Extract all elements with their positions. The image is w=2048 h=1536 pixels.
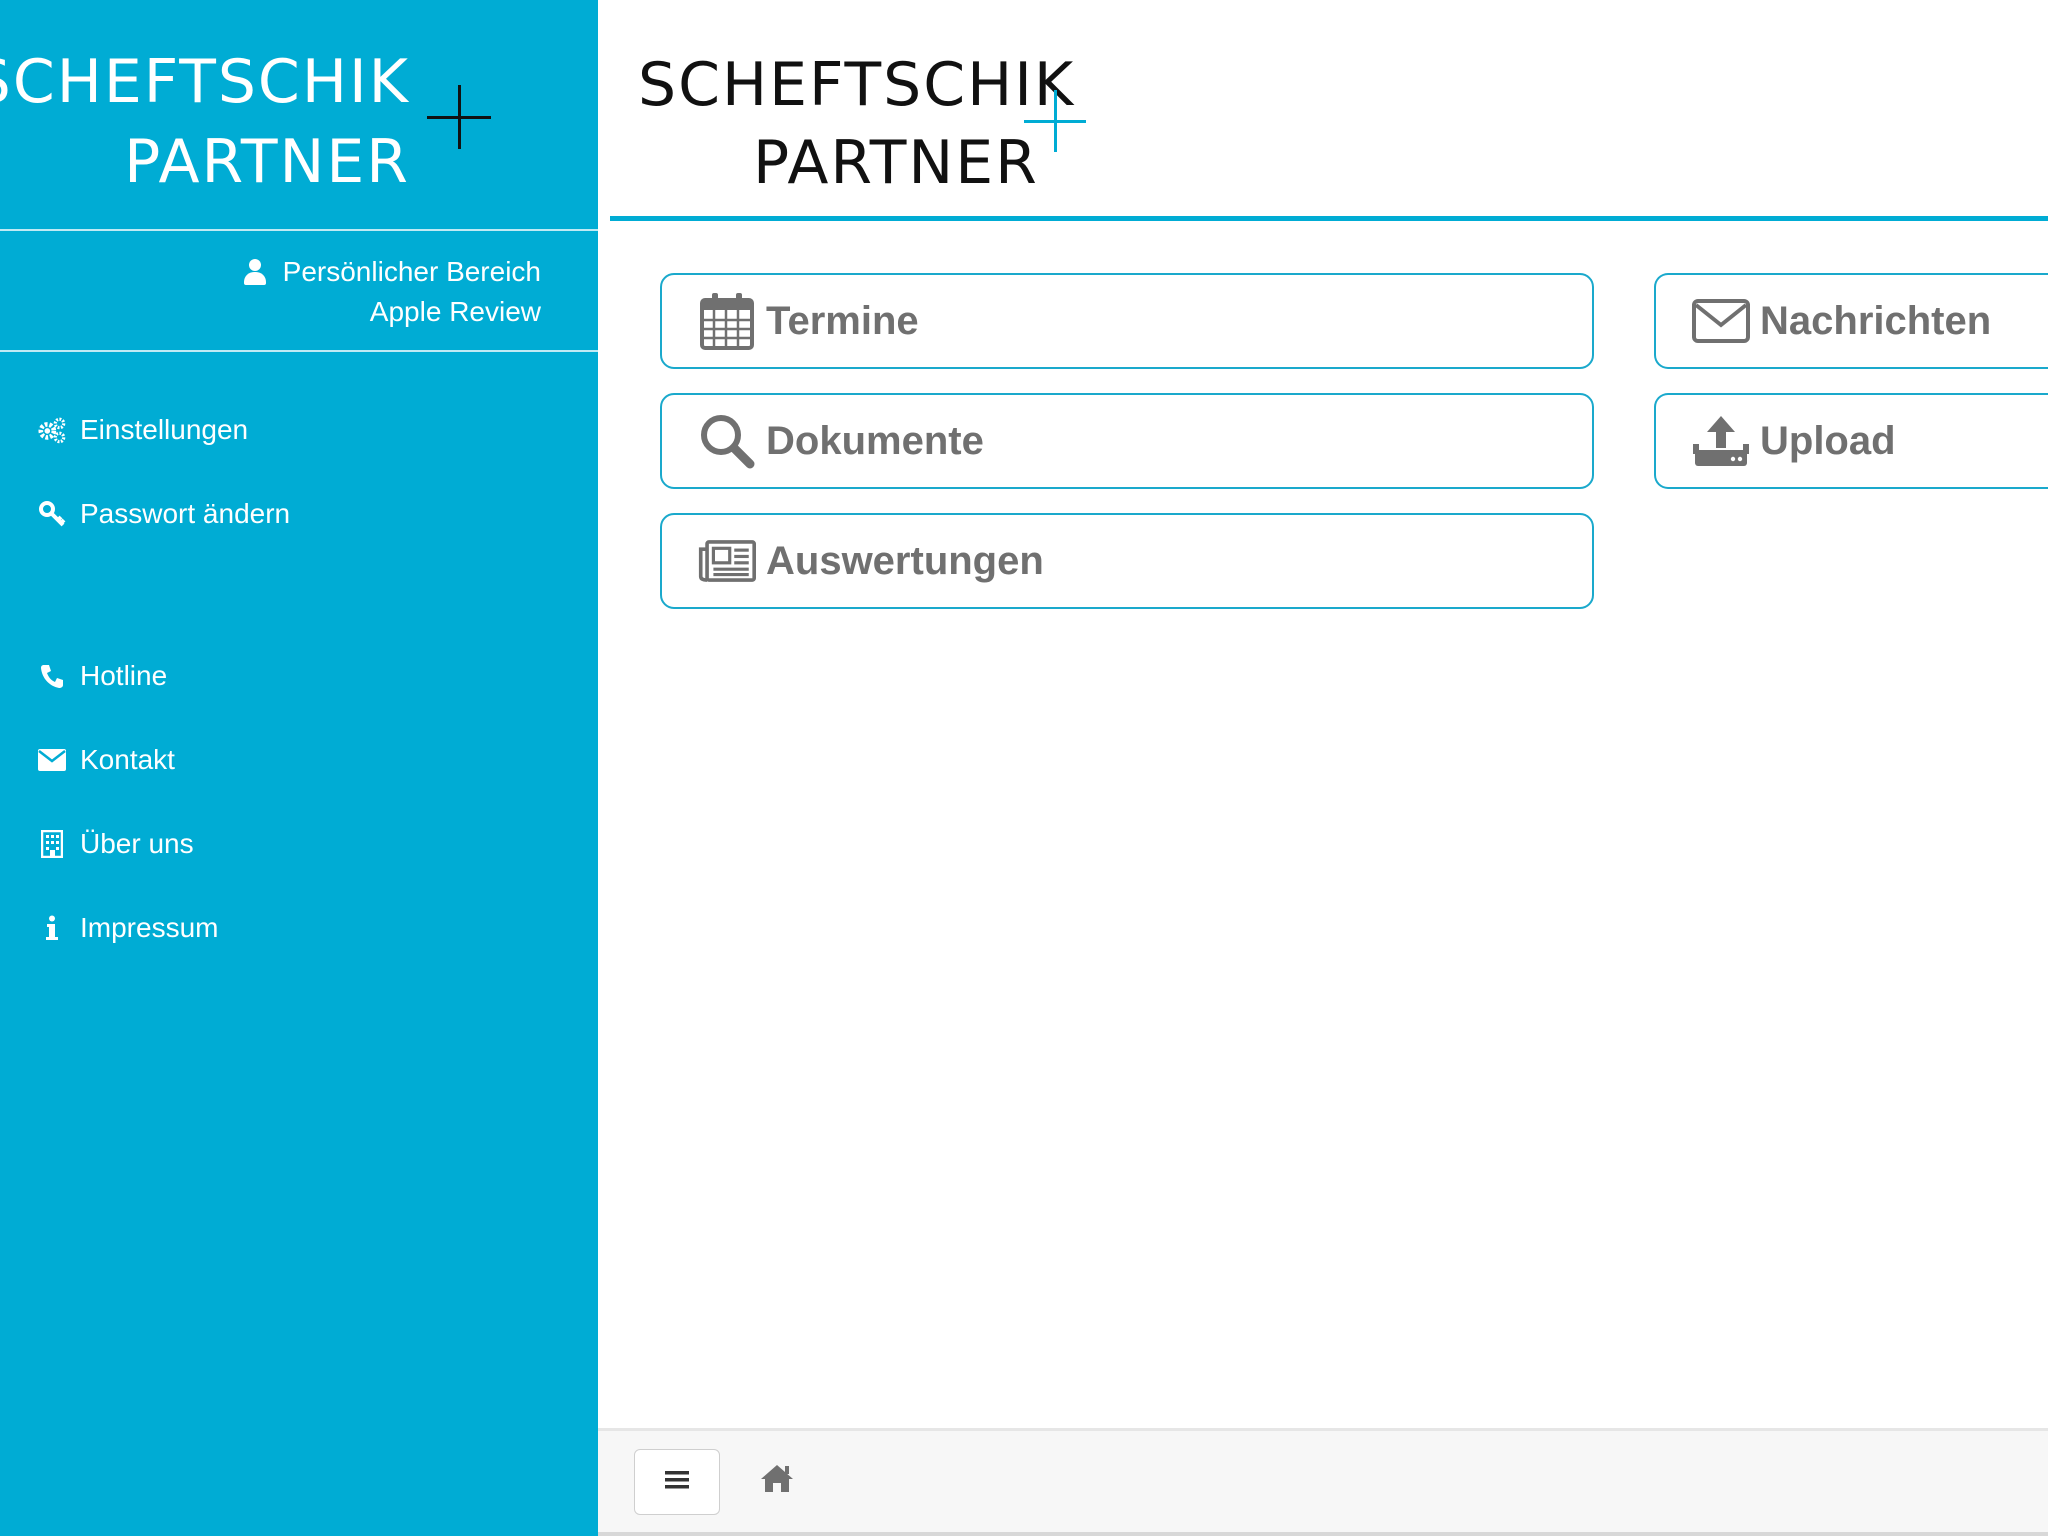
main-content: SCHEFTSCHIK PARTNER Termine Dokumente Au…: [598, 0, 2048, 1536]
bottom-edge: [598, 1532, 2048, 1536]
sidebar-item-label: Über uns: [80, 828, 194, 859]
logo-line-2: PARTNER: [753, 128, 1039, 198]
logo-plus-icon: [1024, 90, 1086, 152]
logo-plus-icon: [427, 85, 491, 149]
divider: [0, 229, 598, 231]
home-button[interactable]: [758, 1461, 796, 1499]
sidebar-item-hotline[interactable]: Hotline: [38, 660, 167, 692]
home-icon: [759, 1463, 795, 1498]
sidebar: SCHEFTSCHIK PARTNER Persönlicher Bereich…: [0, 0, 598, 1536]
sidebar-item-kontakt[interactable]: Kontakt: [38, 744, 175, 776]
newspaper-icon: [698, 532, 756, 590]
envelope-icon: [38, 746, 66, 774]
phone-icon: [38, 662, 66, 690]
sidebar-item-passwort[interactable]: Passwort ändern: [38, 498, 290, 530]
main-logo: SCHEFTSCHIK PARTNER: [598, 0, 2048, 220]
bottom-toolbar: [598, 1428, 2048, 1536]
building-icon: [38, 830, 66, 858]
sidebar-item-ueber-uns[interactable]: Über uns: [38, 828, 194, 860]
tile-label: Upload: [1760, 418, 1896, 463]
tile-auswertungen[interactable]: Auswertungen: [660, 513, 1594, 609]
upload-icon: [1692, 412, 1750, 470]
tile-termine[interactable]: Termine: [660, 273, 1594, 369]
sidebar-item-label: Passwort ändern: [80, 498, 291, 529]
tile-nachrichten[interactable]: Nachrichten: [1654, 273, 2048, 369]
gears-icon: [38, 416, 66, 444]
sidebar-logo: SCHEFTSCHIK PARTNER: [0, 0, 598, 230]
tile-label: Dokumente: [766, 418, 984, 463]
sidebar-item-impressum[interactable]: Impressum: [38, 912, 218, 944]
logo-line-2: PARTNER: [124, 127, 410, 197]
key-icon: [38, 500, 66, 528]
user-icon: [243, 259, 267, 285]
sidebar-item-label: Einstellungen: [80, 414, 249, 445]
sidebar-item-einstellungen[interactable]: Einstellungen: [38, 414, 248, 446]
sidebar-item-label: Hotline: [80, 660, 168, 691]
logo-line-1: SCHEFTSCHIK: [638, 50, 1076, 120]
header-rule: [610, 216, 2048, 221]
tile-label: Termine: [766, 298, 919, 343]
hamburger-icon: [664, 1469, 690, 1496]
envelope-icon: [1692, 292, 1750, 350]
user-area: Persönlicher Bereich Apple Review: [243, 252, 541, 332]
menu-toggle-button[interactable]: [634, 1449, 720, 1515]
calendar-icon: [698, 292, 756, 350]
tile-label: Nachrichten: [1760, 298, 1992, 343]
info-icon: [38, 914, 66, 942]
tile-dokumente[interactable]: Dokumente: [660, 393, 1594, 489]
logo-line-1: SCHEFTSCHIK: [0, 47, 410, 117]
search-icon: [698, 412, 756, 470]
tile-label: Auswertungen: [766, 538, 1044, 583]
user-name: Apple Review: [369, 296, 541, 327]
user-section-label: Persönlicher Bereich: [282, 256, 541, 287]
sidebar-item-label: Impressum: [80, 912, 219, 943]
tile-upload[interactable]: Upload: [1654, 393, 2048, 489]
divider: [0, 350, 598, 352]
sidebar-item-label: Kontakt: [80, 744, 175, 775]
